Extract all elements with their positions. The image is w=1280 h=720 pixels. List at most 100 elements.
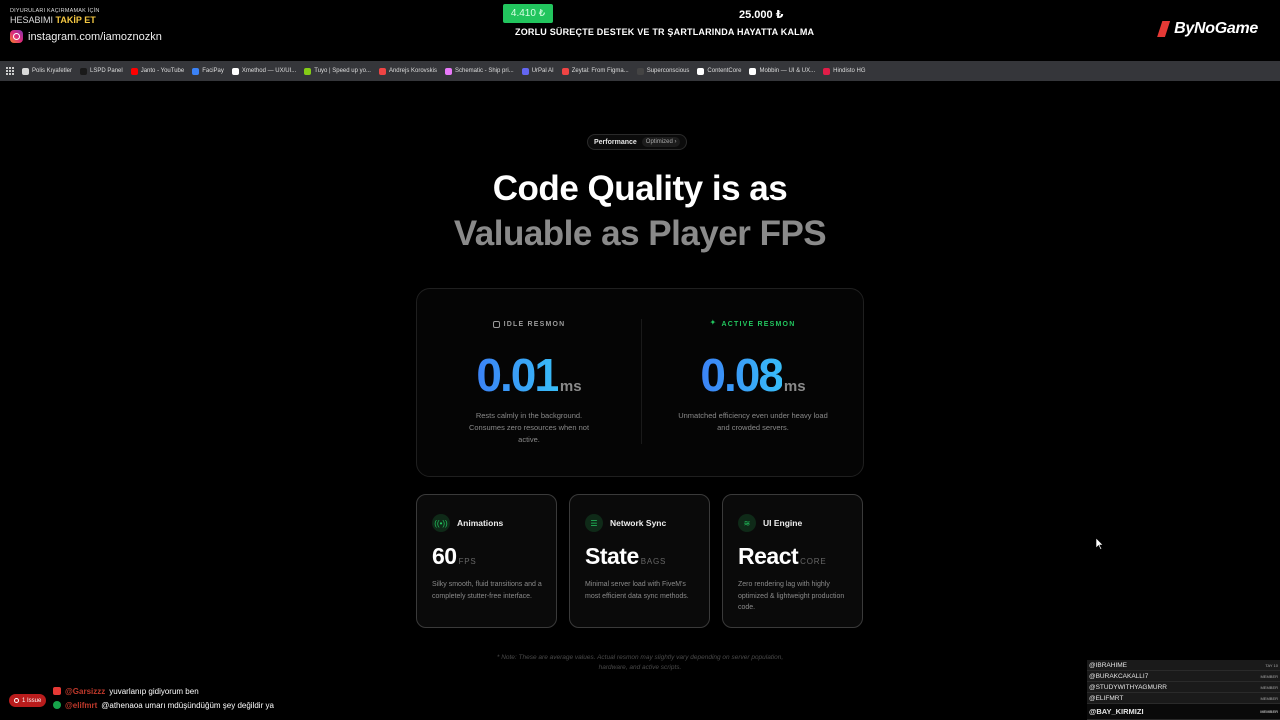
feature-title: UI Engine: [763, 518, 803, 528]
chevron-right-icon: ›: [674, 139, 677, 145]
bookmark-label: Polis Kıyafetler: [32, 68, 73, 74]
bookmark-label: Zeytal: From Figma...: [571, 68, 629, 74]
bookmark-label: UrPal AI: [531, 68, 554, 74]
bookmark-label: Superconscious: [646, 68, 690, 74]
idle-resmon-unit: ms: [559, 378, 582, 395]
bookmark-item[interactable]: Schematic - Ship pri...: [445, 67, 514, 75]
bookmark-favicon-icon: [130, 67, 138, 75]
member-name: @ELIFMRT: [1089, 694, 1124, 702]
bookmark-item[interactable]: Hindisto HG: [823, 67, 865, 75]
bookmark-item[interactable]: UrPal AI: [521, 67, 554, 75]
performance-badge[interactable]: Performance Optimized ›: [587, 134, 688, 150]
active-resmon-desc: Unmatched efficiency even under heavy lo…: [678, 411, 828, 432]
feature-header: ☰ Network Sync: [585, 514, 694, 532]
bookmark-favicon-icon: [561, 67, 569, 75]
bookmark-item[interactable]: FaciPay: [192, 67, 224, 75]
chat-overlay: @Garsizzz yuvarlanıp gidiyorum ben @elif…: [53, 684, 274, 712]
bookmark-favicon-icon: [22, 67, 29, 75]
feature-value-number: 60: [432, 543, 457, 569]
bookmark-favicon-icon: [304, 67, 312, 75]
feature-value-number: React: [738, 543, 799, 569]
idle-resmon-desc: Rests calmly in the background. Consumes…: [468, 411, 590, 444]
bookmark-item[interactable]: Mobbin — UI & UX...: [749, 67, 816, 75]
idle-icon: [492, 321, 500, 328]
radio-icon: ((•)): [432, 514, 450, 532]
member-row: @IBRAHIME TAY 10: [1087, 660, 1280, 671]
badge-sub-text: Optimized: [645, 139, 673, 145]
bookmark-label: Mobbin — UI & UX...: [759, 68, 816, 74]
feature-card-network-sync: ☰ Network Sync State BAGS Minimal server…: [569, 494, 710, 628]
instagram-handle-row: instagram.com/iamoznozkn: [10, 30, 162, 43]
chat-username: @elifmrt: [65, 700, 98, 710]
server-icon: ☰: [585, 514, 603, 532]
feature-value-number: State: [585, 543, 639, 569]
chat-message: @Garsizzz yuvarlanıp gidiyorum ben: [53, 684, 274, 698]
bookmark-item[interactable]: Andrejs Korovskis: [378, 67, 437, 75]
bookmark-label: Janto - YouTube: [140, 68, 185, 74]
bookmark-item[interactable]: Janto - YouTube: [130, 67, 185, 75]
apps-grid-icon[interactable]: [6, 67, 14, 75]
chat-message: @elifmrt @athenaoa umarı mdüşündüğüm şey…: [53, 698, 274, 712]
member-name: @BURAKCAKALLI7: [1089, 672, 1149, 680]
feature-value-unit: BAGS: [640, 557, 667, 566]
bookmark-favicon-icon: [80, 67, 88, 75]
idle-resmon-value: 0.01 ms: [417, 348, 641, 402]
bookmark-label: LSPD Panel: [90, 68, 123, 74]
donation-progress: 4.410 ₺: [503, 4, 553, 23]
bookmark-favicon-icon: [231, 67, 239, 75]
member-tag: TAY 10: [1265, 662, 1278, 668]
instagram-promo: DIYURULARI KAÇIRMAMAK İÇİN HESABIMI TAKİ…: [10, 8, 162, 43]
bookmark-item[interactable]: Polis Kıyafetler: [22, 67, 73, 75]
member-tag: MEMBER: [1260, 695, 1278, 701]
sponsor-name: ByNoGame: [1174, 20, 1258, 37]
feature-title: Network Sync: [610, 518, 667, 528]
bookmark-favicon-icon: [697, 67, 705, 75]
feature-header: ≋ UI Engine: [738, 514, 847, 532]
instagram-promo-caption: DIYURULARI KAÇIRMAMAK İÇİN: [10, 8, 100, 14]
bookmark-item[interactable]: ContentCore: [697, 67, 741, 75]
idle-resmon-label-text: IDLE RESMON: [503, 321, 566, 328]
headline-line-2: Valuable as Player FPS: [453, 214, 827, 253]
member-tag: MEMBER: [1260, 673, 1278, 679]
sponsor-logo: ByNoGame: [1157, 20, 1258, 38]
bookmark-item[interactable]: Superconscious: [636, 67, 690, 75]
member-row: @BURAKCAKALLI7 MEMBER: [1087, 671, 1280, 682]
active-resmon-number: 0.08: [700, 349, 784, 401]
members-list: @IBRAHIME TAY 10 @BURAKCAKALLI7 MEMBER @STUD…: [1087, 660, 1280, 720]
issue-badge[interactable]: 1 Issue: [9, 694, 47, 707]
feature-desc: Zero rendering lag with highly optimized…: [738, 581, 845, 611]
idle-resmon-number: 0.01: [476, 349, 560, 401]
page-content: Performance Optimized › Code Quality is …: [0, 81, 1280, 720]
member-name: @IBRAHIME: [1089, 661, 1128, 669]
feature-title: Animations: [457, 518, 504, 528]
bookmark-item[interactable]: LSPD Panel: [80, 67, 123, 75]
instagram-follow-text: HESABIMI TAKİP ET: [10, 15, 162, 25]
bookmark-label: Xmethod — UX/UI...: [241, 68, 297, 74]
idle-resmon-label: IDLE RESMON: [417, 321, 641, 328]
bookmark-item[interactable]: Tuyo | Speed up yo...: [304, 67, 371, 75]
active-resmon-column: ACTIVE RESMON 0.08 ms Unmatched efficien…: [641, 289, 865, 478]
bookmark-label: Schematic - Ship pri...: [455, 68, 514, 74]
instagram-handle: instagram.com/iamoznozkn: [28, 30, 162, 43]
follow-prefix: HESABIMI: [10, 15, 54, 25]
chat-text: yuvarlanıp gidiyorum ben: [109, 686, 199, 696]
feature-value-unit: FPS: [458, 557, 477, 566]
follow-strong: TAKİP ET: [55, 15, 96, 25]
bookmark-favicon-icon: [445, 67, 452, 75]
bookmark-favicon-icon: [192, 67, 200, 75]
bookmark-label: Tuyo | Speed up yo...: [314, 68, 371, 74]
feature-header: ((•)) Animations: [432, 514, 541, 532]
instagram-icon: [10, 30, 23, 43]
donation-title: ZORLU SÜREÇTE DESTEK VE TR ŞARTLARINDA H…: [515, 27, 815, 37]
stream-overlay: DIYURULARI KAÇIRMAMAK İÇİN HESABIMI TAKİ…: [0, 0, 1280, 60]
chat-username: @Garsizzz: [65, 686, 106, 696]
member-tag: MEMBER: [1260, 709, 1278, 714]
feature-card-animations: ((•)) Animations 60 FPS Silky smooth, fl…: [416, 494, 557, 628]
bookmark-item[interactable]: Xmethod — UX/UI...: [231, 67, 297, 75]
headline-line-1: Code Quality is as: [492, 169, 788, 208]
member-row: @STUDYWITHYAGMURR MEMBER: [1087, 682, 1280, 693]
bookmarks-bar: Polis Kıyafetler LSPD Panel Janto - YouTub…: [0, 61, 1280, 81]
sparkle-icon: [710, 318, 718, 328]
bookmark-item[interactable]: Zeytal: From Figma...: [561, 67, 629, 75]
member-badge-icon: [53, 701, 61, 709]
